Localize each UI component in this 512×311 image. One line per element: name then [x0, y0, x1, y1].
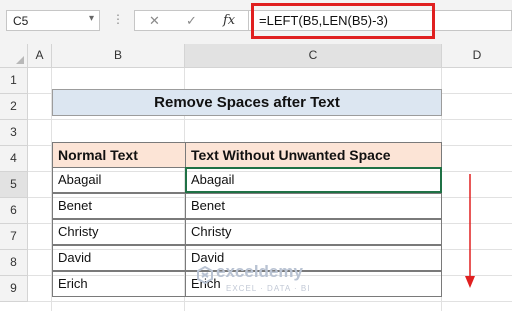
cell-b7[interactable]: Christy [52, 219, 186, 245]
column-header-c[interactable]: C [185, 44, 442, 68]
gridline [28, 119, 512, 120]
gridline [28, 301, 512, 302]
cell-b6[interactable]: Benet [52, 193, 186, 219]
cell-b9[interactable]: Erich [52, 271, 186, 297]
sheet-title-cell[interactable]: Remove Spaces after Text [52, 89, 442, 116]
header-text-without-space[interactable]: Text Without Unwanted Space [185, 142, 442, 168]
row-header-2[interactable]: 2 [0, 94, 28, 120]
row-header-3[interactable]: 3 [0, 120, 28, 146]
select-all-corner[interactable] [0, 44, 28, 68]
formula-bar: C5 ▾ ⋮ ✕ ✓ fx =LEFT(B5,LEN(B5)-3) [0, 0, 512, 45]
column-header-d[interactable]: D [442, 44, 512, 68]
exceldemy-logo-icon [197, 266, 213, 284]
row-header-4[interactable]: 4 [0, 146, 28, 172]
insert-function-icon[interactable]: fx [223, 13, 235, 28]
row-header-6[interactable]: 6 [0, 198, 28, 224]
watermark-brand: exceldemy [216, 262, 303, 281]
enter-icon[interactable]: ✓ [186, 13, 197, 29]
cell-c7[interactable]: Christy [185, 219, 442, 245]
row-header-7[interactable]: 7 [0, 224, 28, 250]
cell-b8[interactable]: David [52, 245, 186, 271]
row-header-8[interactable]: 8 [0, 250, 28, 276]
cell-b5[interactable]: Abagail [52, 167, 186, 193]
more-options-icon[interactable]: ⋮ [112, 12, 124, 26]
row-header-5[interactable]: 5 [0, 172, 28, 198]
column-header-b[interactable]: B [52, 44, 185, 68]
column-header-a[interactable]: A [28, 44, 52, 68]
name-box-value: C5 [13, 14, 29, 28]
cell-c6[interactable]: Benet [185, 193, 442, 219]
formula-highlight-box [251, 3, 435, 39]
name-box[interactable]: C5 ▾ [6, 10, 100, 31]
down-arrow-icon [465, 174, 475, 288]
row-header-9[interactable]: 9 [0, 276, 28, 302]
watermark-tagline: EXCEL · DATA · BI [226, 284, 311, 293]
header-normal-text[interactable]: Normal Text [52, 142, 186, 168]
chevron-down-icon[interactable]: ▾ [89, 13, 94, 24]
cell-c5-selected[interactable]: Abagail [185, 167, 442, 193]
formula-buttons: ✕ ✓ fx [134, 10, 249, 31]
cancel-icon[interactable]: ✕ [149, 13, 160, 29]
row-header-1[interactable]: 1 [0, 68, 28, 94]
